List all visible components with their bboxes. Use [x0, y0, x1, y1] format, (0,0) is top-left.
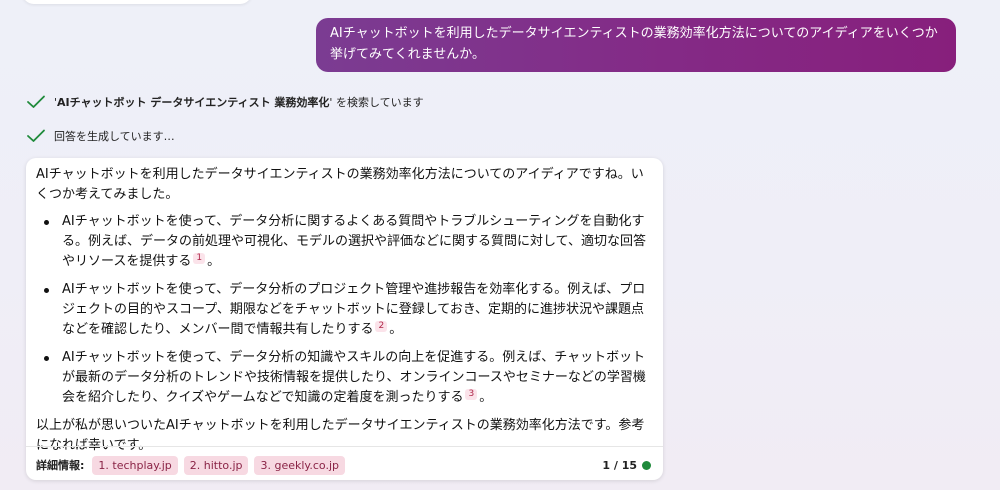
bullet-text: AIチャットボットを使って、データ分析に関するよくある質問やトラブルシューティン… [62, 214, 646, 269]
more-info-label: 詳細情報: [36, 459, 85, 472]
previous-card-edge [22, 0, 252, 4]
source-link-geekly[interactable]: 3. geekly.co.jp [254, 455, 345, 475]
bullet-text: AIチャットボットを使って、データ分析の知識やスキルの向上を促進する。例えば、チ… [62, 350, 646, 405]
turn-counter: 1 / 15 [602, 458, 637, 472]
status-dot-icon [642, 460, 651, 470]
bullet-end: 。 [389, 322, 403, 337]
citation-marker[interactable]: 2 [375, 321, 388, 332]
citation-marker[interactable]: 3 [465, 389, 478, 400]
bullet-end: 。 [207, 254, 221, 269]
checkmark-icon [26, 94, 46, 110]
answer-body: AIチャットボットを利用したデータサイエンティストの業務効率化方法についてのアイ… [26, 158, 663, 456]
checkmark-icon [26, 128, 46, 144]
source-link-hitto[interactable]: 2. hitto.jp [183, 455, 249, 475]
list-item: AIチャットボットを使って、データ分析のプロジェクト管理や進捗報告を効率化する。… [42, 280, 651, 340]
search-status: ' AIチャットボット データサイエンティスト 業務効率化 ' を検索しています [26, 94, 424, 110]
sources-footer: 詳細情報: 1. techplay.jp 2. hitto.jp 3. geek… [36, 454, 651, 476]
list-item: AIチャットボットを使って、データ分析の知識やスキルの向上を促進する。例えば、チ… [42, 348, 651, 408]
footer-divider [26, 446, 663, 447]
generating-text: 回答を生成しています… [54, 130, 175, 143]
source-link-techplay[interactable]: 1. techplay.jp [92, 455, 178, 475]
citation-marker[interactable]: 1 [193, 253, 206, 264]
user-message-bubble: AIチャットボットを利用したデータサイエンティストの業務効率化方法についてのアイ… [316, 18, 956, 72]
list-item: AIチャットボットを使って、データ分析に関するよくある質問やトラブルシューティン… [42, 212, 651, 272]
bullet-text: AIチャットボットを使って、データ分析のプロジェクト管理や進捗報告を効率化する。… [62, 282, 646, 337]
user-message-text: AIチャットボットを利用したデータサイエンティストの業務効率化方法についてのアイ… [330, 26, 938, 62]
bullet-end: 。 [479, 390, 493, 405]
answer-intro: AIチャットボットを利用したデータサイエンティストの業務効率化方法についてのアイ… [36, 167, 644, 202]
answer-outro: 以上が私が思いついたAIチャットボットを利用したデータサイエンティストの業務効率… [36, 418, 645, 453]
generating-status: 回答を生成しています… [26, 128, 175, 144]
search-query: AIチャットボット データサイエンティスト 業務効率化 [57, 96, 330, 109]
answer-card: AIチャットボットを利用したデータサイエンティストの業務効率化方法についてのアイ… [26, 158, 663, 480]
search-status-suffix: ' を検索しています [329, 96, 424, 109]
answer-bullet-list: AIチャットボットを使って、データ分析に関するよくある質問やトラブルシューティン… [36, 212, 651, 408]
